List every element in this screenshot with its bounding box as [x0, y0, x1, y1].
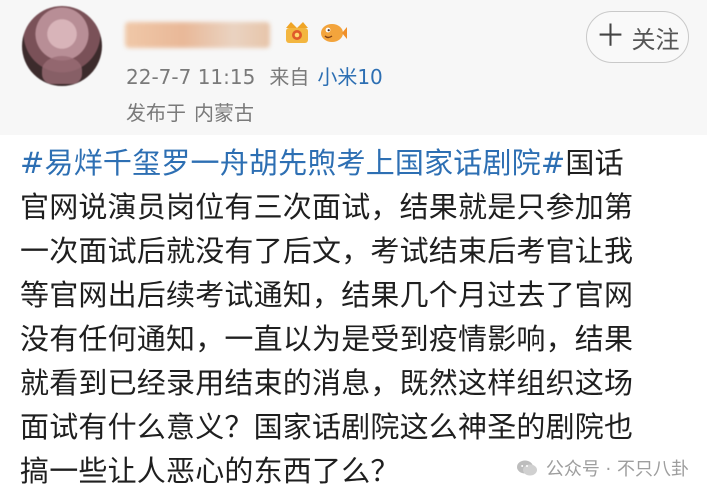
wechat-icon: [516, 460, 537, 476]
location-label: 发布于: [126, 101, 186, 125]
post-location: 发布于 内蒙古: [126, 100, 254, 126]
crown-badge-icon: [286, 22, 308, 43]
post-text-line-6: 就看到已经录用结束的消息，既然这样组织这场: [20, 366, 634, 400]
username[interactable]: ██████: [125, 22, 270, 48]
watermark: 公众号 · 不只八卦: [516, 455, 689, 481]
source-label: 来自: [269, 65, 310, 89]
follow-button-label: 关注: [631, 25, 680, 54]
post-text-line-1: #易烊千玺罗一舟胡先煦考上国家话剧院#国话: [20, 145, 624, 181]
source-device-link[interactable]: 小米10: [317, 65, 382, 89]
post-text-line-4: 等官网出后续考试通知，结果几个月过去了官网: [20, 278, 634, 312]
follow-button[interactable]: ＋ 关注: [586, 11, 689, 63]
post-text-line-7: 面试有什么意义？国家话剧院这么神圣的剧院也: [20, 410, 634, 444]
watermark-text: 公众号 · 不只八卦: [545, 459, 689, 480]
post-content: #易烊千玺罗一舟胡先煦考上国家话剧院#国话 官网说演员岗位有三次面试，结果就是只…: [0, 135, 707, 495]
post-text-line-2: 官网说演员岗位有三次面试，结果就是只参加第: [20, 190, 634, 224]
post-text-line-8: 搞一些让人恶心的东西了么？: [20, 454, 400, 488]
post-text-segment: 国话: [565, 146, 624, 180]
location-value: 内蒙古: [194, 101, 254, 125]
fish-badge-icon: [321, 24, 347, 42]
plus-icon: ＋: [595, 19, 626, 54]
post-text-line-3: 一次面试后就没有了后文，考试结束后考官让我: [20, 234, 634, 268]
avatar[interactable]: [22, 6, 102, 86]
post-date: 22-7-7 11:15: [126, 65, 256, 89]
post-header: ██████ 22-7-7 11:15 来自小米10 发布于内蒙古 ＋ 关注: [0, 0, 707, 135]
hashtag-link[interactable]: #易烊千玺罗一舟胡先煦考上国家话剧院#: [20, 146, 565, 180]
post-meta: 22-7-7 11:15 来自 小米10: [126, 64, 383, 90]
post-text-line-5: 没有任何通知，一直以为是受到疫情影响，结果: [20, 322, 634, 356]
